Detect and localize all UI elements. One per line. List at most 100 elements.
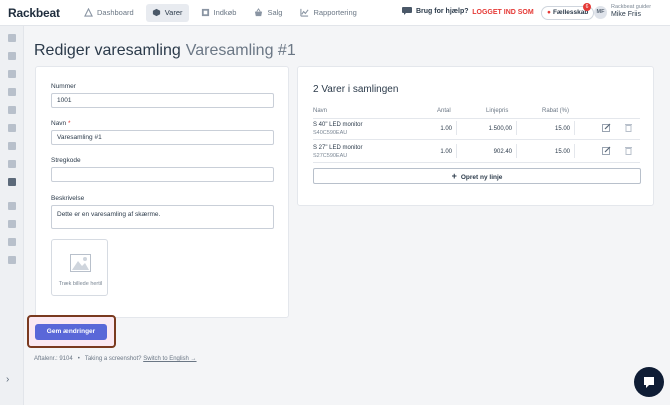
col-header-qty: Antal [437, 108, 451, 114]
page-title: Rediger varesamling Varesamling #1 [34, 42, 296, 60]
warehouse-icon[interactable] [8, 142, 16, 150]
avatar[interactable]: MF [594, 6, 607, 19]
plus-icon: + [451, 171, 457, 181]
main-nav: Dashboard Varer Indkøb Salg Rapportering [78, 0, 369, 26]
switch-language-link[interactable]: Switch to English → [143, 356, 196, 362]
nav-salg-label: Salg [267, 8, 283, 17]
image-dropzone[interactable]: Træk billede hertil [51, 239, 108, 296]
community-dot-icon: ● [547, 9, 551, 16]
row-divider [313, 162, 640, 163]
row-discount[interactable]: 15.00 [532, 126, 570, 132]
logged-in-as-button[interactable]: LOGGET IND SOM [472, 5, 534, 21]
discount-divider [574, 144, 575, 158]
user-name: Mike Friis [611, 11, 641, 18]
number-label: Nummer [51, 83, 76, 90]
user-info[interactable]: Rackbeat guider Mike Friis [611, 4, 651, 18]
sidebar: › [0, 26, 24, 405]
nav-dashboard[interactable]: Dashboard [78, 4, 140, 22]
row-discount[interactable]: 15.00 [532, 149, 570, 155]
edit-icon[interactable] [602, 123, 611, 132]
collection-form-card: Nummer 1001 Navn * Varesamling #1 Stregk… [35, 66, 289, 318]
chat-bubbles-icon [402, 7, 412, 15]
file-icon[interactable] [8, 256, 16, 264]
report-icon [300, 8, 309, 17]
row-price[interactable]: 902.40 [472, 149, 512, 155]
image-caption: Træk billede hertil [58, 281, 103, 287]
barcode-input[interactable] [51, 167, 274, 182]
folder-icon[interactable] [8, 88, 16, 96]
image-placeholder-icon [70, 254, 91, 272]
list-icon[interactable] [8, 52, 16, 60]
nav-varer[interactable]: Varer [145, 3, 189, 22]
row-divider [313, 139, 640, 140]
location-icon[interactable] [8, 160, 16, 168]
page-title-sub: Varesamling #1 [185, 42, 296, 59]
col-header-discount: Rabat (%) [542, 108, 570, 114]
chat-widget-button[interactable] [634, 367, 664, 397]
qty-divider [456, 121, 457, 135]
document-icon[interactable] [8, 238, 16, 246]
purchase-icon [201, 8, 209, 17]
price-divider [516, 121, 517, 135]
name-input[interactable]: Varesamling #1 [51, 130, 274, 145]
dashboard-icon [84, 8, 93, 17]
footer-separator: • [77, 356, 80, 362]
basket-icon [255, 8, 263, 17]
layers-icon[interactable] [8, 124, 16, 132]
app-logo[interactable]: Rackbeat [8, 6, 66, 20]
sidebar-expand-icon[interactable]: › [6, 374, 9, 385]
footer: Aftalenr.: 9104 • Taking a screenshot? Swi… [34, 356, 197, 362]
required-marker: * [68, 120, 71, 127]
discount-divider [574, 121, 575, 135]
help-link[interactable]: Brug for hjælp? [402, 7, 469, 15]
collection-title: 2 Varer i samlingen [313, 84, 399, 95]
user-org: Rackbeat guider [611, 4, 652, 10]
nav-salg[interactable]: Salg [248, 4, 288, 22]
name-label: Navn * [51, 120, 71, 127]
nav-rapportering[interactable]: Rapportering [294, 4, 362, 22]
edit-icon[interactable] [602, 146, 611, 155]
account-number: Aftalenr.: 9104 [34, 356, 73, 362]
row-qty[interactable]: 1.00 [416, 126, 452, 132]
barcode-label: Stregkode [51, 157, 81, 164]
qty-divider [456, 144, 457, 158]
nav-rapportering-label: Rapportering [313, 8, 357, 17]
nav-varer-label: Varer [164, 8, 183, 17]
chat-icon [644, 377, 654, 388]
trash-icon[interactable] [624, 123, 633, 132]
row-qty[interactable]: 1.00 [416, 149, 452, 155]
tag-icon[interactable] [8, 34, 16, 42]
add-line-label: Opret ny linje [460, 174, 503, 181]
price-divider [516, 144, 517, 158]
save-highlight-box: Gem ændringer [27, 315, 116, 348]
box-icon[interactable] [8, 202, 16, 210]
save-button[interactable]: Gem ændringer [35, 324, 107, 340]
col-header-price: Linjepris [486, 108, 509, 114]
name-label-text: Navn [51, 120, 67, 127]
transfer-icon[interactable] [8, 220, 16, 228]
row-price[interactable]: 1.500,00 [472, 126, 512, 132]
nav-indkob[interactable]: Indkøb [195, 4, 243, 22]
collection-icon[interactable] [8, 178, 16, 186]
description-label: Beskrivelse [51, 195, 85, 202]
row-sku: S27C590EAU [313, 153, 348, 159]
cube-icon [152, 8, 160, 17]
top-bar: Rackbeat Dashboard Varer Indkøb Salg Rap… [0, 0, 670, 26]
screenshot-text: Taking a screenshot? [84, 356, 142, 362]
row-name: S 40" LED monitor [313, 122, 363, 128]
chart-icon[interactable] [8, 70, 16, 78]
folder-open-icon[interactable] [8, 106, 16, 114]
help-label: Brug for hjælp? [416, 7, 469, 15]
number-input[interactable]: 1001 [51, 93, 274, 108]
header-divider [313, 118, 640, 119]
row-name: S 27" LED monitor [313, 145, 363, 151]
collection-items-card: 2 Varer i samlingen Navn Antal Linjepris… [297, 66, 654, 206]
col-header-name: Navn [313, 108, 328, 114]
add-line-button[interactable]: + Opret ny linje [313, 168, 641, 184]
trash-icon[interactable] [624, 146, 633, 155]
notification-badge: 6 [583, 3, 591, 11]
description-textarea[interactable]: Dette er en varesamling af skærme. [51, 205, 274, 229]
nav-dashboard-label: Dashboard [97, 8, 134, 17]
nav-indkob-label: Indkøb [213, 8, 237, 17]
page-title-main: Rediger varesamling [34, 42, 181, 59]
